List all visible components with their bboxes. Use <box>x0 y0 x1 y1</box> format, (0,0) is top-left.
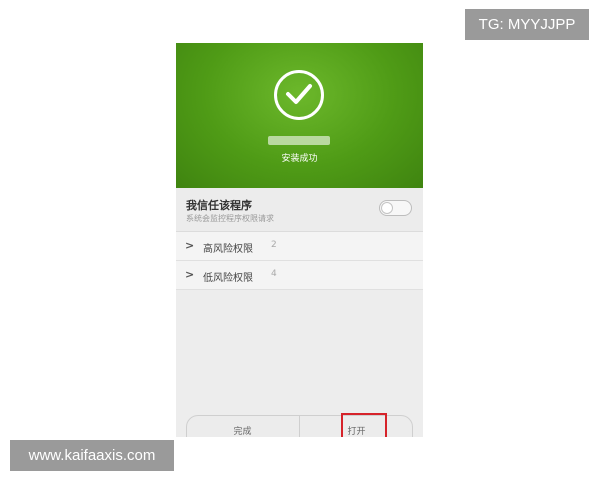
trust-toggle[interactable] <box>379 200 412 216</box>
permission-row-high-risk[interactable]: > 高风险权限 2 <box>176 232 423 261</box>
app-name-redacted <box>268 136 330 145</box>
phone-screen: 安装成功 我信任该程序 系统会监控程序权限请求 > 高风险权限 2 > 低风险权… <box>176 43 423 437</box>
permission-label: 低风险权限 <box>203 273 253 284</box>
toggle-knob <box>381 202 393 214</box>
trust-app-row[interactable]: 我信任该程序 系统会监控程序权限请求 <box>176 188 423 232</box>
permission-label: 高风险权限 <box>203 244 253 255</box>
done-button[interactable]: 完成 <box>186 415 299 437</box>
trust-subtitle: 系统会监控程序权限请求 <box>186 214 274 223</box>
chevron-right-icon: > <box>185 239 195 252</box>
install-status-text: 安装成功 <box>281 154 318 164</box>
chevron-right-icon: > <box>185 268 195 281</box>
install-success-header: 安装成功 <box>176 43 423 188</box>
watermark-tg: TG: MYYJJPP <box>465 9 589 40</box>
permission-row-low-risk[interactable]: > 低风险权限 4 <box>176 261 423 290</box>
bottom-button-bar: 完成 打开 <box>176 405 423 437</box>
open-button-highlight <box>341 413 387 437</box>
permission-count: 2 <box>271 240 277 250</box>
success-check-icon <box>274 70 324 120</box>
permission-count: 4 <box>271 269 277 279</box>
trust-title: 我信任该程序 <box>186 199 252 212</box>
watermark-site: www.kaifaaxis.com <box>10 440 174 471</box>
